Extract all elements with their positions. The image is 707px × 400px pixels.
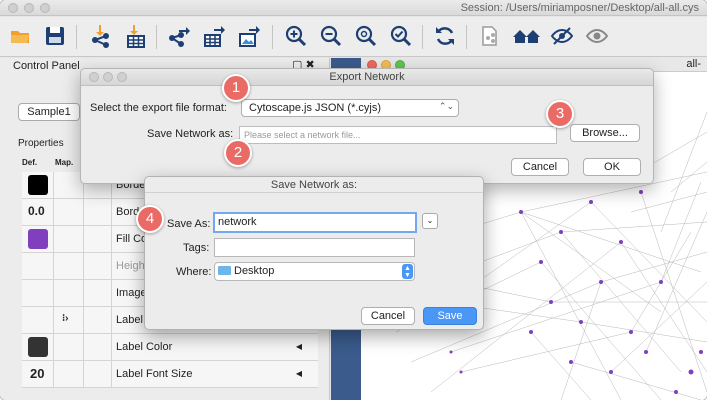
save-icon[interactable]: [42, 23, 68, 49]
where-label: Where:: [176, 266, 212, 278]
where-value: Desktop: [234, 265, 275, 277]
expand-sheet-chevron-icon[interactable]: ⌄: [422, 213, 438, 229]
session-path: Session: /Users/miriamposner/Desktop/all…: [460, 2, 699, 14]
show-icon[interactable]: [584, 23, 610, 49]
export-table-icon[interactable]: [201, 23, 227, 49]
app-window: Session: /Users/miriamposner/Desktop/all…: [0, 0, 707, 400]
import-network-icon[interactable]: [88, 23, 114, 49]
zoom-window-button[interactable]: [40, 3, 50, 13]
export-zoom-button[interactable]: [117, 72, 127, 82]
refresh-icon[interactable]: [432, 23, 458, 49]
mapping-icon[interactable]: ⁝›: [62, 313, 69, 324]
minimize-window-button[interactable]: [24, 3, 34, 13]
import-table-icon[interactable]: [122, 23, 148, 49]
save-as-input[interactable]: network: [213, 212, 417, 233]
color-swatch[interactable]: [28, 229, 48, 249]
step-callout: 4: [136, 205, 164, 233]
select-arrows-icon: ▲ ▼: [402, 264, 413, 279]
expand-arrow-icon[interactable]: ◀: [296, 342, 302, 351]
export-image-icon[interactable]: [236, 23, 262, 49]
export-close-button[interactable]: [89, 72, 99, 82]
save-dialog-title: Save Network as:: [145, 177, 483, 193]
property-value[interactable]: 20: [30, 366, 44, 381]
window-titlebar: Session: /Users/miriamposner/Desktop/all…: [0, 0, 707, 16]
open-folder-icon[interactable]: [8, 23, 34, 49]
properties-tab[interactable]: Properties: [18, 138, 78, 154]
browse-button[interactable]: Browse...: [570, 124, 640, 142]
export-network-icon[interactable]: [166, 23, 192, 49]
network-title: all-: [686, 58, 701, 70]
property-label: Label Color: [116, 341, 173, 353]
save-as-label: Save As:: [167, 218, 211, 230]
color-swatch[interactable]: [28, 175, 48, 195]
property-label: Fill Co: [116, 233, 148, 245]
export-ok-button[interactable]: OK: [583, 158, 641, 176]
export-format-select[interactable]: Cytoscape.js JSON (*.cyjs) ⌃⌄: [241, 99, 459, 117]
zoom-out-icon[interactable]: [318, 23, 344, 49]
select-arrows-icon: ⌃⌄: [438, 101, 454, 111]
where-select[interactable]: Desktop ▲ ▼: [214, 262, 415, 281]
property-label: Label: [116, 314, 143, 326]
folder-icon: [218, 266, 231, 275]
save-network-label: Save Network as:: [147, 128, 234, 140]
export-minimize-button[interactable]: [103, 72, 113, 82]
color-swatch[interactable]: [28, 337, 48, 357]
export-format-label: Select the export file format:: [90, 102, 227, 114]
def-header: Def.: [22, 158, 38, 167]
style-tab-sample1[interactable]: Sample1: [18, 103, 80, 121]
step-callout: 2: [224, 139, 252, 167]
control-panel-title: Control Panel: [13, 60, 80, 72]
property-label: Heigh: [116, 260, 145, 272]
expand-arrow-icon[interactable]: ◀: [296, 369, 302, 378]
home-icon[interactable]: [511, 23, 543, 49]
export-network-dialog: Export Network Select the export file fo…: [80, 68, 654, 184]
step-callout: 1: [222, 74, 250, 102]
zoom-fit-icon[interactable]: [353, 23, 379, 49]
tags-input[interactable]: [214, 238, 415, 257]
zoom-in-icon[interactable]: [283, 23, 309, 49]
export-cancel-button[interactable]: Cancel: [511, 158, 569, 176]
export-dialog-titlebar: Export Network: [81, 69, 653, 86]
property-label: Label Font Size: [116, 368, 193, 380]
property-label: Image: [116, 287, 147, 299]
zoom-selected-icon[interactable]: [388, 23, 414, 49]
save-cancel-button[interactable]: Cancel: [361, 307, 415, 325]
save-network-dialog: Save Network as: Save As: network Tags: …: [144, 176, 484, 330]
tags-label: Tags:: [183, 242, 210, 254]
property-row[interactable]: 20 Label Font Size ◀: [22, 361, 318, 388]
map-header: Map.: [55, 158, 74, 167]
main-toolbar: [0, 17, 707, 57]
property-row[interactable]: Label Color ◀: [22, 334, 318, 361]
network-file-input[interactable]: Please select a network file...: [239, 126, 557, 144]
hide-icon[interactable]: [549, 23, 575, 49]
close-window-button[interactable]: [8, 3, 18, 13]
new-network-icon[interactable]: [477, 23, 503, 49]
export-format-value: Cytoscape.js JSON (*.cyjs): [249, 102, 382, 114]
export-dialog-title: Export Network: [329, 71, 405, 83]
step-callout: 3: [546, 100, 574, 128]
save-button[interactable]: Save: [423, 307, 477, 325]
property-value[interactable]: 0.0: [28, 204, 45, 218]
